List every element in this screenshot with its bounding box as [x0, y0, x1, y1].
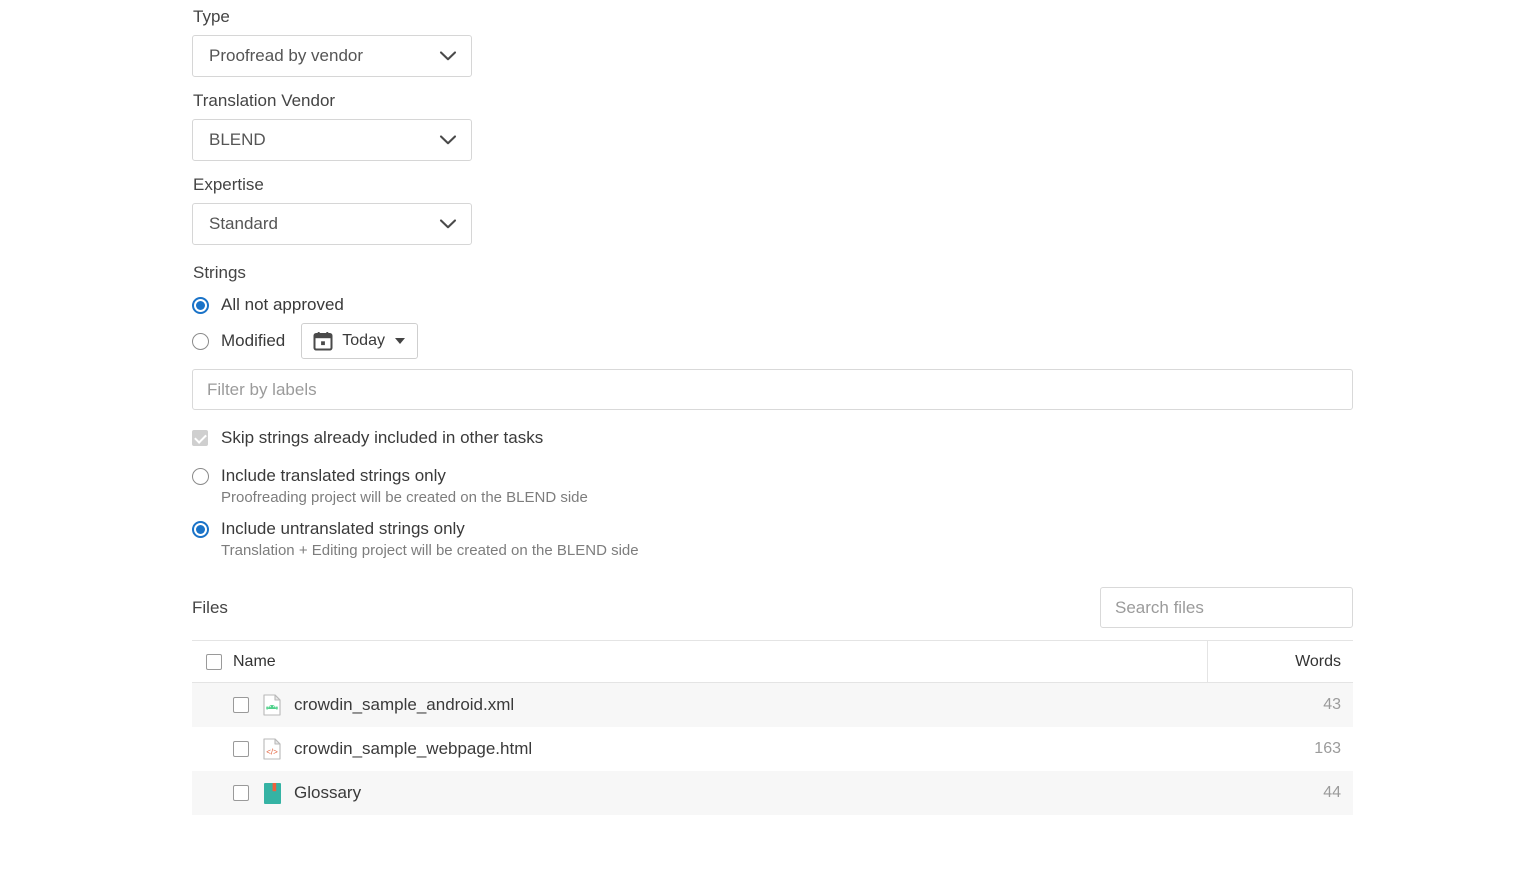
column-header-name: Name [233, 653, 276, 671]
date-range-label: Today [342, 332, 385, 350]
files-label: Files [192, 598, 228, 618]
html-file-icon: </> [262, 737, 282, 761]
vendor-label: Translation Vendor [193, 90, 1353, 112]
table-row[interactable]: Glossary 44 [192, 771, 1353, 815]
type-select-value: Proofread by vendor [193, 46, 431, 66]
file-words: 44 [1208, 784, 1353, 802]
expertise-select-value: Standard [193, 214, 431, 234]
caret-down-icon [395, 338, 405, 344]
include-translated-label: Include translated strings only [221, 466, 446, 486]
labels-filter-placeholder: Filter by labels [207, 380, 317, 400]
radio-row-all-not-approved[interactable]: All not approved [192, 289, 1353, 321]
radio-modified-label: Modified [221, 331, 285, 351]
expertise-select[interactable]: Standard [192, 203, 472, 245]
row-checkbox[interactable] [233, 741, 249, 757]
include-untranslated-label: Include untranslated strings only [221, 519, 465, 539]
file-row-name-cell: Glossary [192, 771, 1208, 815]
search-files-input[interactable]: Search files [1100, 587, 1353, 628]
files-header: Files Search files [192, 587, 1353, 628]
row-checkbox[interactable] [233, 785, 249, 801]
table-row[interactable]: crowdin_sample_android.xml 43 [192, 683, 1353, 727]
file-words: 43 [1208, 696, 1353, 714]
labels-filter-input[interactable]: Filter by labels [192, 369, 1353, 410]
vendor-select[interactable]: BLEND [192, 119, 472, 161]
vendor-select-value: BLEND [193, 130, 431, 150]
android-file-icon [262, 693, 282, 717]
include-untranslated-block: Include untranslated strings only Transl… [192, 519, 1353, 561]
task-form: Type Proofread by vendor Translation Ven… [192, 6, 1353, 815]
radio-include-translated[interactable] [192, 468, 209, 485]
radio-all-not-approved-label: All not approved [221, 295, 344, 315]
file-words: 163 [1208, 740, 1353, 758]
date-range-button[interactable]: Today [301, 323, 418, 359]
file-name: Glossary [294, 783, 361, 803]
file-row-name-cell: </> crowdin_sample_webpage.html [192, 727, 1208, 771]
glossary-book-icon [262, 781, 282, 805]
svg-text:</>: </> [266, 748, 278, 757]
row-checkbox[interactable] [233, 697, 249, 713]
include-translated-row[interactable]: Include translated strings only [192, 466, 1353, 486]
type-label: Type [193, 6, 1353, 28]
include-untranslated-help: Translation + Editing project will be cr… [221, 541, 1353, 561]
chevron-down-icon [431, 50, 465, 62]
chevron-down-icon [431, 134, 465, 146]
skip-strings-label: Skip strings already included in other t… [221, 428, 543, 448]
skip-strings-row[interactable]: Skip strings already included in other t… [192, 421, 1353, 455]
files-table-header-name: Name [192, 641, 1208, 682]
files-table-header-row: Name Words [192, 641, 1353, 683]
include-translated-help: Proofreading project will be created on … [221, 488, 1353, 508]
expertise-label: Expertise [193, 174, 1353, 196]
type-select[interactable]: Proofread by vendor [192, 35, 472, 77]
chevron-down-icon [431, 218, 465, 230]
calendar-icon [313, 331, 333, 351]
search-files-placeholder: Search files [1115, 598, 1204, 618]
column-header-words: Words [1208, 653, 1353, 671]
radio-modified[interactable] [192, 333, 209, 350]
field-translation-vendor: Translation Vendor BLEND [192, 90, 1353, 161]
radio-include-untranslated[interactable] [192, 521, 209, 538]
field-expertise: Expertise Standard [192, 174, 1353, 245]
skip-strings-checkbox [192, 430, 208, 446]
include-untranslated-row[interactable]: Include untranslated strings only [192, 519, 1353, 539]
task-creation-form-page: Type Proofread by vendor Translation Ven… [0, 0, 1529, 871]
table-row[interactable]: </> crowdin_sample_webpage.html 163 [192, 727, 1353, 771]
radio-all-not-approved[interactable] [192, 297, 209, 314]
file-name: crowdin_sample_android.xml [294, 695, 514, 715]
file-name: crowdin_sample_webpage.html [294, 739, 532, 759]
radio-row-modified[interactable]: Modified Today [192, 325, 1353, 357]
files-table: Name Words [192, 640, 1353, 815]
file-row-name-cell: crowdin_sample_android.xml [192, 683, 1208, 727]
select-all-checkbox[interactable] [206, 654, 222, 670]
strings-label: Strings [193, 263, 1353, 283]
include-translated-block: Include translated strings only Proofrea… [192, 466, 1353, 508]
field-type: Type Proofread by vendor [192, 6, 1353, 77]
